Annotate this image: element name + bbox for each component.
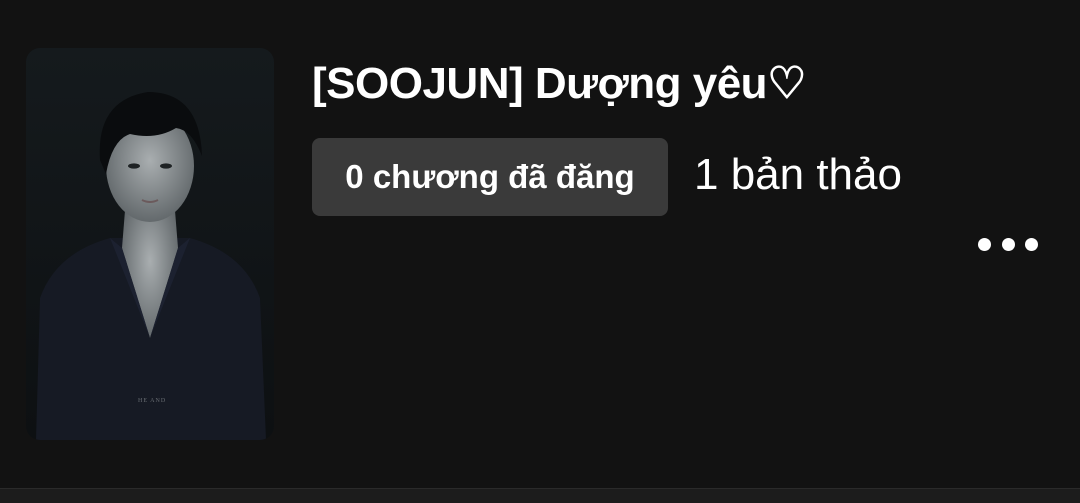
- cover-illustration: [26, 48, 274, 440]
- more-options-button[interactable]: [972, 222, 1044, 266]
- more-horizontal-icon: [978, 237, 991, 251]
- list-divider: [0, 488, 1080, 503]
- story-card[interactable]: HE AND [SOOJUN] Dượng yêu♡ 0 chương đã đ…: [0, 0, 1080, 488]
- drafts-count: 1 bản thảo: [694, 150, 902, 199]
- cover-watermark: HE AND: [138, 398, 167, 404]
- more-horizontal-icon-dot: [1025, 237, 1038, 251]
- story-cover-image[interactable]: HE AND: [26, 48, 274, 440]
- story-title[interactable]: [SOOJUN] Dượng yêu♡: [312, 58, 807, 109]
- published-chapters-badge: 0 chương đã đăng: [312, 138, 668, 216]
- more-horizontal-icon-dot: [1001, 237, 1015, 251]
